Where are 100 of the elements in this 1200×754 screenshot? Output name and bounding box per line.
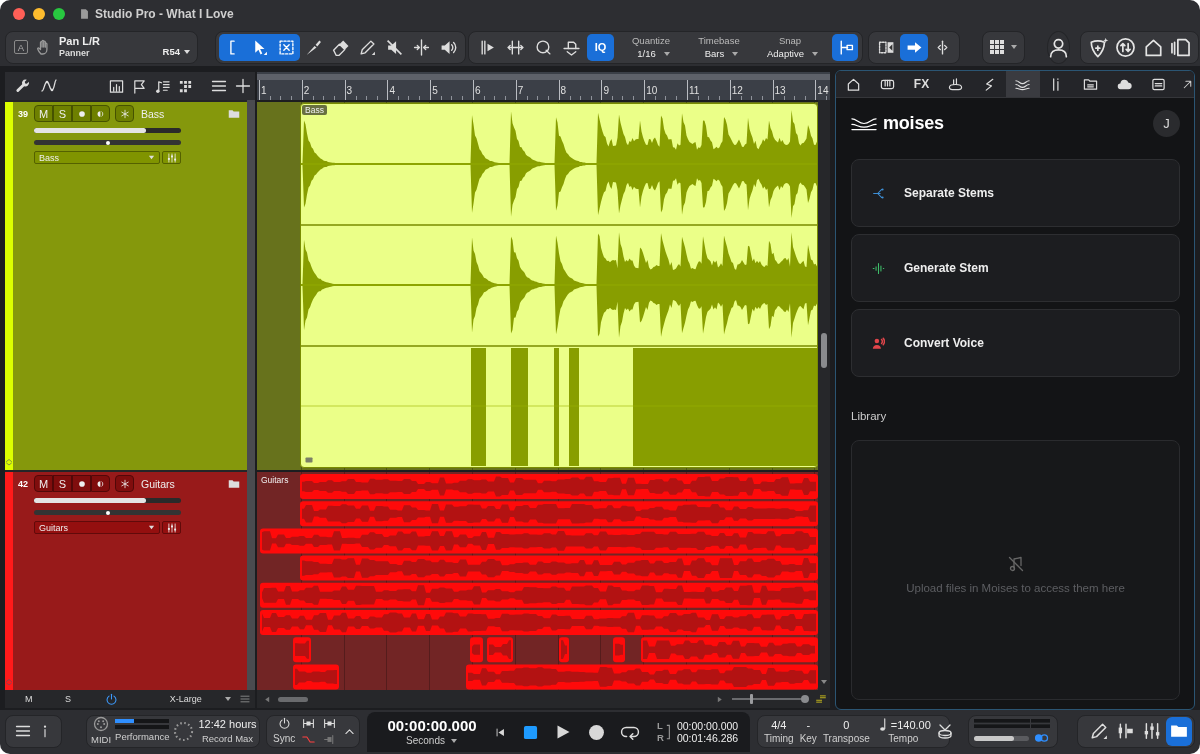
solo-button[interactable]: S [53,475,72,492]
monitor-button[interactable] [91,475,110,492]
folder-icon[interactable] [228,477,240,490]
vertical-scrollbar[interactable] [818,100,830,690]
record-arm-button[interactable] [72,475,91,492]
monitor-button[interactable] [91,105,110,122]
action-card[interactable]: Generate Stem [851,234,1180,302]
scroll-thumb[interactable] [821,333,827,368]
parameter-value[interactable]: R54 [162,45,180,57]
add-icon[interactable] [235,78,251,94]
stretch-icon[interactable] [506,38,524,56]
minimize-button[interactable] [33,8,45,20]
locator-time[interactable]: 00:00:00.000 [676,720,739,732]
track-size-dropdown[interactable]: X-Large [162,694,209,704]
meter-button[interactable] [162,521,181,534]
tempo-value[interactable]: =140.00 [890,717,931,732]
meter-icon[interactable] [109,78,124,94]
action-card[interactable]: Separate Stems [851,159,1180,227]
zoom-button[interactable] [53,8,65,20]
main-volume-slider[interactable] [974,735,1029,741]
stamp-icon[interactable] [562,38,580,56]
caret-icon[interactable] [224,695,232,703]
record-icon[interactable] [588,723,605,741]
caret-right-icon[interactable] [715,694,724,704]
volume-slider[interactable] [34,128,181,133]
midi-icon[interactable] [93,716,110,732]
selector-dropdown[interactable]: Adaptive [761,47,819,60]
selector-dropdown[interactable]: 1/16 [631,47,671,60]
view-button[interactable] [1165,716,1192,746]
curve-icon[interactable] [41,78,57,94]
fit-lines-icon[interactable] [816,694,826,704]
list-icon[interactable] [211,78,227,94]
avatar[interactable]: J [1153,109,1180,137]
panels-icon[interactable] [1169,36,1191,58]
caret-icon[interactable] [183,47,191,56]
magnifier-icon[interactable] [534,38,552,56]
edit-mode-button[interactable] [900,33,928,61]
fx-button[interactable] [115,105,134,122]
song-value[interactable]: 0 [843,717,850,732]
note-list-icon[interactable] [155,78,170,94]
rewind-icon[interactable] [495,726,506,738]
audio-clip[interactable]: Bass [300,103,818,468]
grid-menu-button[interactable] [982,30,1025,64]
locator-time[interactable]: 00:01:46.286 [676,732,739,744]
drum-icon[interactable] [936,723,953,739]
list-icon[interactable] [15,723,32,739]
caret-icon[interactable] [820,678,828,686]
dotted-ring-icon [173,720,195,742]
volume-slider[interactable] [34,498,181,503]
link-toggle-icon[interactable] [1034,733,1049,743]
power-icon[interactable] [104,692,118,706]
note-slash-icon [1007,556,1024,572]
selector-dropdown[interactable]: Bars [698,47,740,60]
meter-button[interactable] [162,151,181,164]
snap-button[interactable] [832,33,858,61]
mute-button[interactable]: M [34,105,53,122]
flag-icon[interactable] [132,78,147,94]
automation-mode-button[interactable]: A [14,40,28,54]
moises-logo-icon [851,115,877,131]
grid-small-icon[interactable] [178,78,193,94]
wrench-icon[interactable] [15,78,31,94]
range-tool-button[interactable] [219,33,246,61]
circle-arrows-icon[interactable] [1115,36,1137,58]
bars-play-icon[interactable] [478,38,496,56]
zoom-thumb[interactable] [750,694,754,704]
sync-marker-icon[interactable] [302,716,316,730]
caret-left-icon[interactable] [263,694,272,704]
pan-thumb[interactable] [105,510,110,515]
browser-tab[interactable]: FX [904,71,939,97]
song-value[interactable]: 4/4 [771,717,787,732]
action-card[interactable]: Convert Voice [851,309,1180,377]
marquee-tool-button[interactable] [273,33,300,61]
account-button[interactable] [1047,30,1070,64]
record-arm-button[interactable] [72,105,91,122]
pan-slider[interactable] [34,140,181,145]
stop-icon[interactable] [523,724,538,740]
mute-button[interactable]: M [34,475,53,492]
fx-button[interactable] [115,475,134,492]
iq-button[interactable]: IQ [587,33,614,61]
sync-marker-icon[interactable] [323,716,337,730]
window-title: Studio Pro - What I Love [95,7,234,21]
solo-all-button[interactable]: S [63,694,73,704]
play-icon[interactable] [555,724,571,740]
solo-button[interactable]: S [53,105,72,122]
mute-all-button[interactable]: M [24,694,34,704]
home-icon[interactable] [1142,36,1164,58]
output-dropdown[interactable]: Guitars [34,521,160,534]
time-format-dropdown[interactable]: Seconds [406,735,458,747]
pan-thumb[interactable] [105,140,110,145]
scroll-thumb[interactable] [278,696,308,702]
track-list-scrollbar[interactable] [247,100,255,690]
pan-slider[interactable] [34,510,181,515]
song-value[interactable]: - [806,717,811,732]
shield-sparkle-icon[interactable] [1088,36,1110,58]
close-button[interactable] [13,8,25,20]
audio-clip-layers[interactable] [257,472,818,690]
timeline-ruler[interactable]: 1 2 3 4 5 6 7 8 9 10 11 12 13 14 [257,72,830,100]
menu-icon[interactable] [240,694,250,704]
browser-tab[interactable] [1006,71,1040,97]
power-icon[interactable] [277,717,291,730]
